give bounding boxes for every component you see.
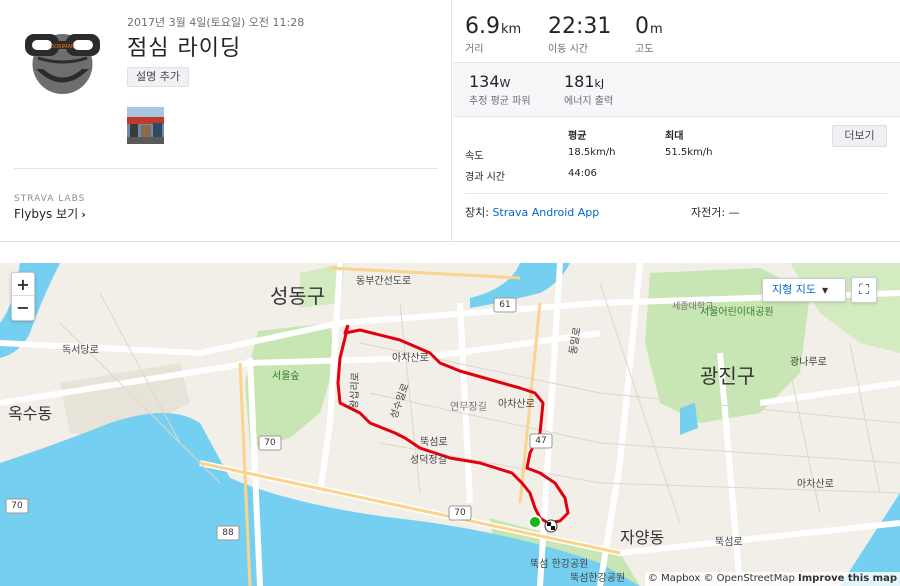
device-label: 장치: xyxy=(465,206,489,219)
map-label-ttukseom: 뚝섬로 xyxy=(420,437,448,448)
energy-unit: kJ xyxy=(594,77,605,90)
power-value: 134 xyxy=(469,72,500,91)
flybys-link[interactable]: Flybys 보기 › xyxy=(14,205,86,222)
route-shield-70: 70 xyxy=(454,508,466,518)
map-type-select[interactable]: 지형 지도 ▼ xyxy=(762,278,846,302)
flybys-label[interactable]: Flybys 보기 xyxy=(14,207,78,221)
activity-stats-panel: 6.9km 거리 22:31 이동 시간 0m 고도 134W 추정 평균 파워… xyxy=(453,0,900,242)
divider xyxy=(465,193,887,194)
map-label-ttukseom-park-2: 뚝섬한강공원 xyxy=(570,573,626,584)
speed-avg: 18.5km/h xyxy=(568,147,616,158)
more-button[interactable]: 더보기 xyxy=(832,125,887,147)
col-header-avg: 평균 xyxy=(568,131,587,142)
map-label-seoul-forest: 서울숲 xyxy=(272,371,300,382)
distance-unit: km xyxy=(501,22,522,37)
athlete-avatar[interactable]: DORIMAN · · · · · xyxy=(16,14,109,107)
svg-text:DORIMAN: DORIMAN xyxy=(50,44,74,50)
add-description-button[interactable]: 설명 추가 xyxy=(127,67,189,87)
activity-date: 2017년 3월 4일(토요일) 오전 11:28 xyxy=(127,16,305,29)
route-shield-61: 61 xyxy=(499,300,511,310)
moving-time-value: 22:31 xyxy=(548,14,612,39)
map-label-ttukseom-2: 뚝섬로 xyxy=(715,537,743,548)
map-label-dongbu: 동부간선도로 xyxy=(356,276,412,287)
elapsed-time-value: 44:06 xyxy=(568,168,597,179)
bike-label: 자전거: xyxy=(691,206,726,219)
bike-value: — xyxy=(728,206,740,219)
speed-label: 속도 xyxy=(465,151,484,162)
map-label-seongdong: 성동구 xyxy=(270,284,326,308)
route-shield-88: 88 xyxy=(222,528,234,538)
map-label-achasan-2: 아차산로 xyxy=(498,399,535,410)
distance-label: 거리 xyxy=(465,44,484,55)
stat-power: 134W 추정 평균 파워 xyxy=(469,72,531,107)
map-type-label[interactable]: 지형 지도 xyxy=(772,283,816,296)
fullscreen-icon[interactable]: ⛶ xyxy=(851,277,877,303)
svg-text:· · · · ·: · · · · · xyxy=(57,90,68,95)
finish-flag-icon[interactable] xyxy=(544,519,558,533)
power-label: 추정 평균 파워 xyxy=(469,96,531,107)
attribution-mapbox[interactable]: © Mapbox xyxy=(648,573,700,584)
activity-header: DORIMAN · · · · · 2017년 3월 4일(토요일) 오전 11… xyxy=(0,0,900,242)
power-unit: W xyxy=(499,77,511,90)
strava-labs-label: STRAVA LABS xyxy=(14,194,86,204)
activity-title[interactable]: 점심 라이딩 xyxy=(127,30,241,62)
speed-max: 51.5km/h xyxy=(665,147,713,158)
elevation-label: 고도 xyxy=(635,44,654,55)
map-label-ttukseom-park: 뚝섬 한강공원 xyxy=(530,559,589,570)
bike-info: 자전거: — xyxy=(691,204,740,220)
map-label-wangsimni: 왕십리로 xyxy=(349,371,362,410)
distance-value: 6.9 xyxy=(465,14,500,39)
stat-energy: 181kJ 에너지 출력 xyxy=(564,72,613,107)
map-label-yeonmu: 연무장길 xyxy=(450,402,487,413)
map-attribution: © Mapbox © OpenStreetMap Improve this ma… xyxy=(644,572,900,586)
map-label-dokseo: 독서당로 xyxy=(62,345,99,356)
zoom-in-button[interactable]: + xyxy=(12,273,34,296)
chevron-down-icon: ▼ xyxy=(821,286,829,295)
elapsed-time-label: 경과 시간 xyxy=(465,172,505,183)
map-label-gwangjin: 광진구 xyxy=(700,364,756,388)
elevation-value: 0 xyxy=(635,14,649,39)
improve-map-link[interactable]: Improve this map xyxy=(798,573,897,584)
map-label-achasan-1: 아차산로 xyxy=(392,353,429,364)
elevation-unit: m xyxy=(650,22,663,37)
zoom-out-button[interactable]: − xyxy=(12,296,34,319)
chevron-right-icon: › xyxy=(81,208,86,221)
map-label-seongdeok: 성덕정길 xyxy=(410,455,447,466)
col-header-max: 최대 xyxy=(665,131,684,142)
map-label-achasan-3: 아차산로 xyxy=(797,479,834,490)
start-marker[interactable] xyxy=(528,515,542,529)
route-shield-47: 47 xyxy=(535,436,547,446)
activity-summary-panel: DORIMAN · · · · · 2017년 3월 4일(토요일) 오전 11… xyxy=(0,0,452,242)
map-label-oksu: 옥수동 xyxy=(8,404,53,423)
device-info: 장치: Strava Android App xyxy=(465,204,599,220)
stat-elevation: 0m 고도 xyxy=(635,14,663,55)
map-label-jayang: 자양동 xyxy=(620,528,665,547)
moving-time-label: 이동 시간 xyxy=(548,44,588,55)
route-map[interactable]: 성동구 광진구 옥수동 자양동 서울숲 서울어린이대공원 세종대학교 아차산로 … xyxy=(0,263,900,586)
attribution-osm[interactable]: © OpenStreetMap xyxy=(703,573,794,584)
zoom-controls: + − xyxy=(11,272,35,321)
stat-moving-time: 22:31 이동 시간 xyxy=(548,14,611,55)
activity-photo-thumbnail[interactable] xyxy=(127,107,164,144)
map-label-gwangnaru: 광나루로 xyxy=(790,357,827,368)
device-link[interactable]: Strava Android App xyxy=(492,206,599,219)
route-shield-70: 70 xyxy=(264,438,276,448)
power-energy-band: 134W 추정 평균 파워 181kJ 에너지 출력 xyxy=(453,63,900,117)
energy-label: 에너지 출력 xyxy=(564,96,614,107)
stat-distance: 6.9km 거리 xyxy=(465,14,521,55)
divider xyxy=(14,168,438,169)
route-shield-70: 70 xyxy=(11,501,23,511)
energy-value: 181 xyxy=(564,72,595,91)
map-label-sejong-univ: 세종대학교 xyxy=(672,302,714,312)
